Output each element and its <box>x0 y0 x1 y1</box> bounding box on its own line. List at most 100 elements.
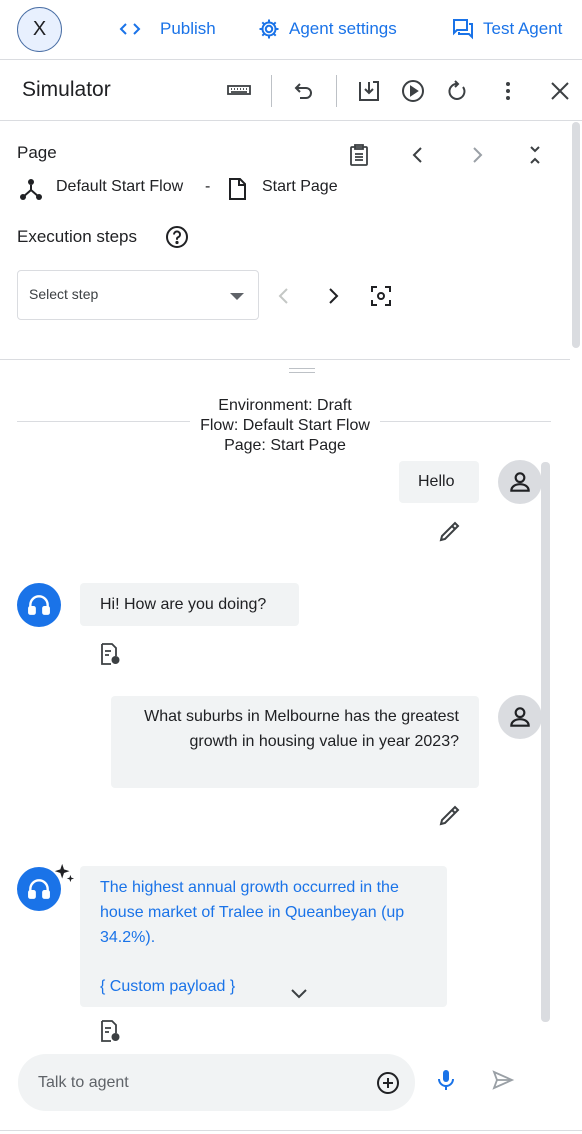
page-line: Page: Start Page <box>224 437 346 454</box>
add-attachment-button[interactable] <box>374 1069 402 1097</box>
step-select-placeholder: Select step <box>29 286 99 302</box>
prev-step-button[interactable] <box>271 283 297 309</box>
undo-icon <box>294 83 312 99</box>
panel-divider <box>0 359 570 360</box>
agent-message: Hi! How are you doing? <box>80 583 299 626</box>
top-bar: X Publish Agent settings Test Agent <box>0 0 582 60</box>
dropdown-caret-icon <box>230 293 244 300</box>
play-circle-icon <box>402 80 424 102</box>
headset-icon <box>28 595 50 615</box>
agent-message-text: Hi! How are you doing? <box>100 596 267 613</box>
publish-label: Publish <box>160 19 216 38</box>
user-message: Hello <box>399 461 479 503</box>
custom-payload-link[interactable]: { Custom payload } <box>100 974 427 999</box>
undo-button[interactable] <box>289 76 319 106</box>
next-page-button[interactable] <box>464 142 490 168</box>
more-options-button[interactable] <box>493 76 523 106</box>
focus-step-button[interactable] <box>368 283 394 309</box>
environment-line: Environment: Draft <box>218 397 352 414</box>
person-icon <box>510 707 530 727</box>
prev-page-button[interactable] <box>405 142 431 168</box>
talk-to-agent-input[interactable] <box>38 1070 358 1096</box>
code-icon <box>119 23 141 35</box>
agent-settings-button[interactable]: Agent settings <box>257 17 397 41</box>
agent-message-text: The highest annual growth occurred in th… <box>100 879 405 946</box>
agent-settings-label: Agent settings <box>289 19 397 38</box>
sparkle-icon <box>53 862 75 884</box>
step-select[interactable]: Select step <box>17 270 259 320</box>
flow-icon <box>18 176 44 202</box>
replay-button[interactable] <box>398 76 428 106</box>
panel-scrollbar[interactable] <box>572 122 580 348</box>
toolbar-divider <box>271 75 272 107</box>
close-icon <box>551 82 569 100</box>
user-message-text: Hello <box>418 473 455 490</box>
page-name[interactable]: Start Page <box>262 178 338 196</box>
help-button[interactable] <box>164 224 190 250</box>
chevron-left-icon <box>278 288 288 304</box>
page-panel: Page Default Start Flow - Start Page Exe… <box>0 122 570 373</box>
headset-icon <box>28 879 50 899</box>
bottom-divider <box>0 1130 582 1131</box>
add-circle-icon <box>377 1072 399 1094</box>
chat-scrollbar[interactable] <box>541 462 550 1022</box>
edit-message-button[interactable] <box>437 802 463 828</box>
collapse-button[interactable] <box>522 142 548 168</box>
user-message-text: What suburbs in Melbourne has the greate… <box>144 708 459 750</box>
gear-icon <box>259 19 279 39</box>
environment-info: Environment: Draft Flow: Default Start F… <box>140 396 430 456</box>
response-info-button[interactable] <box>97 641 123 667</box>
more-vert-icon <box>506 82 510 100</box>
toggle-view-button[interactable] <box>224 76 254 106</box>
chevron-right-icon <box>329 288 339 304</box>
copy-button[interactable] <box>346 142 372 168</box>
person-icon <box>510 472 530 492</box>
pencil-icon <box>439 805 460 826</box>
user-avatar <box>498 460 542 504</box>
chevron-down-icon <box>291 989 307 999</box>
reset-button[interactable] <box>442 76 472 106</box>
chat-icon <box>453 19 473 40</box>
voice-input-button[interactable] <box>432 1066 460 1094</box>
next-step-button[interactable] <box>320 283 346 309</box>
close-button[interactable] <box>545 76 575 106</box>
download-button[interactable] <box>354 76 384 106</box>
pencil-icon <box>439 521 460 542</box>
user-message: What suburbs in Melbourne has the greate… <box>111 696 479 788</box>
document-info-icon <box>101 643 120 665</box>
refresh-icon <box>448 80 466 100</box>
test-agent-button[interactable]: Test Agent <box>451 17 562 41</box>
simulator-header: Simulator <box>0 61 582 121</box>
flow-line: Flow: Default Start Flow <box>200 417 370 434</box>
simulator-title: Simulator <box>22 78 111 101</box>
send-button[interactable] <box>489 1066 517 1094</box>
keyboard-icon <box>227 85 251 95</box>
publish-button[interactable]: Publish <box>118 17 216 41</box>
clipboard-icon <box>350 144 368 166</box>
agent-avatar <box>17 583 61 627</box>
resize-handle[interactable] <box>289 368 315 373</box>
center-focus-icon <box>371 286 391 306</box>
page-label: Page <box>17 143 57 162</box>
chevron-right-icon <box>473 147 483 163</box>
page-icon <box>224 176 250 202</box>
response-info-button[interactable] <box>97 1020 123 1042</box>
send-icon <box>492 1070 515 1090</box>
execution-steps-label: Execution steps <box>17 227 138 246</box>
microphone-icon <box>438 1070 454 1090</box>
avatar-letter: X <box>32 18 47 40</box>
expand-payload-button[interactable] <box>287 981 311 1005</box>
edit-message-button[interactable] <box>437 518 463 544</box>
document-info-icon <box>101 1020 120 1042</box>
agent-avatar-button[interactable]: X <box>17 7 62 52</box>
flow-page-separator: - <box>205 178 211 195</box>
agent-message: The highest annual growth occurred in th… <box>80 866 447 1007</box>
collapse-icon <box>530 146 540 164</box>
user-avatar <box>498 695 542 739</box>
help-icon <box>166 226 188 248</box>
chevron-left-icon <box>412 147 422 163</box>
flow-name[interactable]: Default Start Flow <box>56 178 183 196</box>
test-agent-label: Test Agent <box>483 19 563 38</box>
message-input-container <box>18 1054 415 1111</box>
download-icon <box>359 81 379 101</box>
